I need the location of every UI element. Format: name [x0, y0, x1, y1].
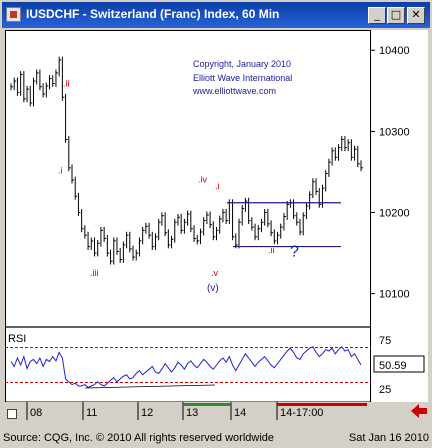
wave-label: .iv [198, 174, 208, 184]
price-axis: 10400 10300 10200 10100 50.59 75 25 [371, 30, 428, 402]
time-tick-label: 12 [141, 407, 153, 419]
footer-bar: Source: CQG, Inc. © 2010 All rights rese… [0, 431, 432, 448]
wave-label: ? [290, 243, 299, 260]
session-marker [277, 403, 367, 406]
price-tick-label: 10400 [379, 45, 410, 57]
wave-label: .ii [268, 245, 275, 255]
price-ticks: 10400 10300 10200 10100 [371, 45, 410, 301]
time-tick-label: 08 [30, 407, 42, 419]
price-tick-label: 10100 [379, 289, 410, 301]
price-tick-label: 10200 [379, 207, 410, 219]
time-tick-label: 13 [186, 407, 198, 419]
copyright-line-3: www.elliottwave.com [192, 86, 276, 96]
time-tick-label: 11 [86, 407, 97, 419]
scroll-left-box[interactable] [7, 409, 17, 419]
wave-label: (v) [207, 283, 219, 294]
footer-source: Source: CQG, Inc. © 2010 All rights rese… [3, 432, 274, 444]
chart-window: IUSDCHF - Switzerland (Franc) Index, 60 … [0, 0, 432, 448]
time-axis: 08 11 12 13 14 14-17:00 [5, 402, 371, 431]
footer-date: Sat Jan 16 2010 [348, 432, 429, 444]
price-tick-label: 10300 [379, 126, 410, 138]
rsi-current-value: 50.59 [379, 360, 407, 372]
wave-label: .ii [63, 79, 70, 89]
red-arrow-icon[interactable] [409, 402, 429, 420]
title-bar[interactable]: IUSDCHF - Switzerland (Franc) Index, 60 … [2, 2, 430, 28]
time-tick-label: 14 [234, 407, 246, 419]
rsi-tick-75: 75 [379, 335, 391, 347]
window-title: IUSDCHF - Switzerland (Franc) Index, 60 … [26, 7, 280, 21]
minimize-button[interactable]: _ [368, 7, 386, 24]
rsi-panel-label: RSI [8, 333, 26, 345]
wave-label: .v [211, 268, 219, 278]
wave-label: .i [215, 181, 220, 191]
wave-label: .iii [90, 268, 99, 278]
chart-app-icon [6, 7, 21, 22]
wave-label: .i [58, 166, 63, 176]
copyright-line-1: Copyright, January 2010 [193, 59, 291, 69]
time-tick-label: 14-17:00 [280, 407, 323, 419]
rsi-tick-25: 25 [379, 384, 391, 396]
session-marker [183, 403, 231, 406]
copyright-line-2: Elliott Wave International [193, 73, 292, 83]
close-button[interactable]: ✕ [407, 7, 425, 24]
chart-plot-area: .ii .i .iii .iv .i .v (v) .ii? RSI Copyright, J… [5, 30, 371, 402]
maximize-button[interactable]: □ [387, 7, 405, 24]
